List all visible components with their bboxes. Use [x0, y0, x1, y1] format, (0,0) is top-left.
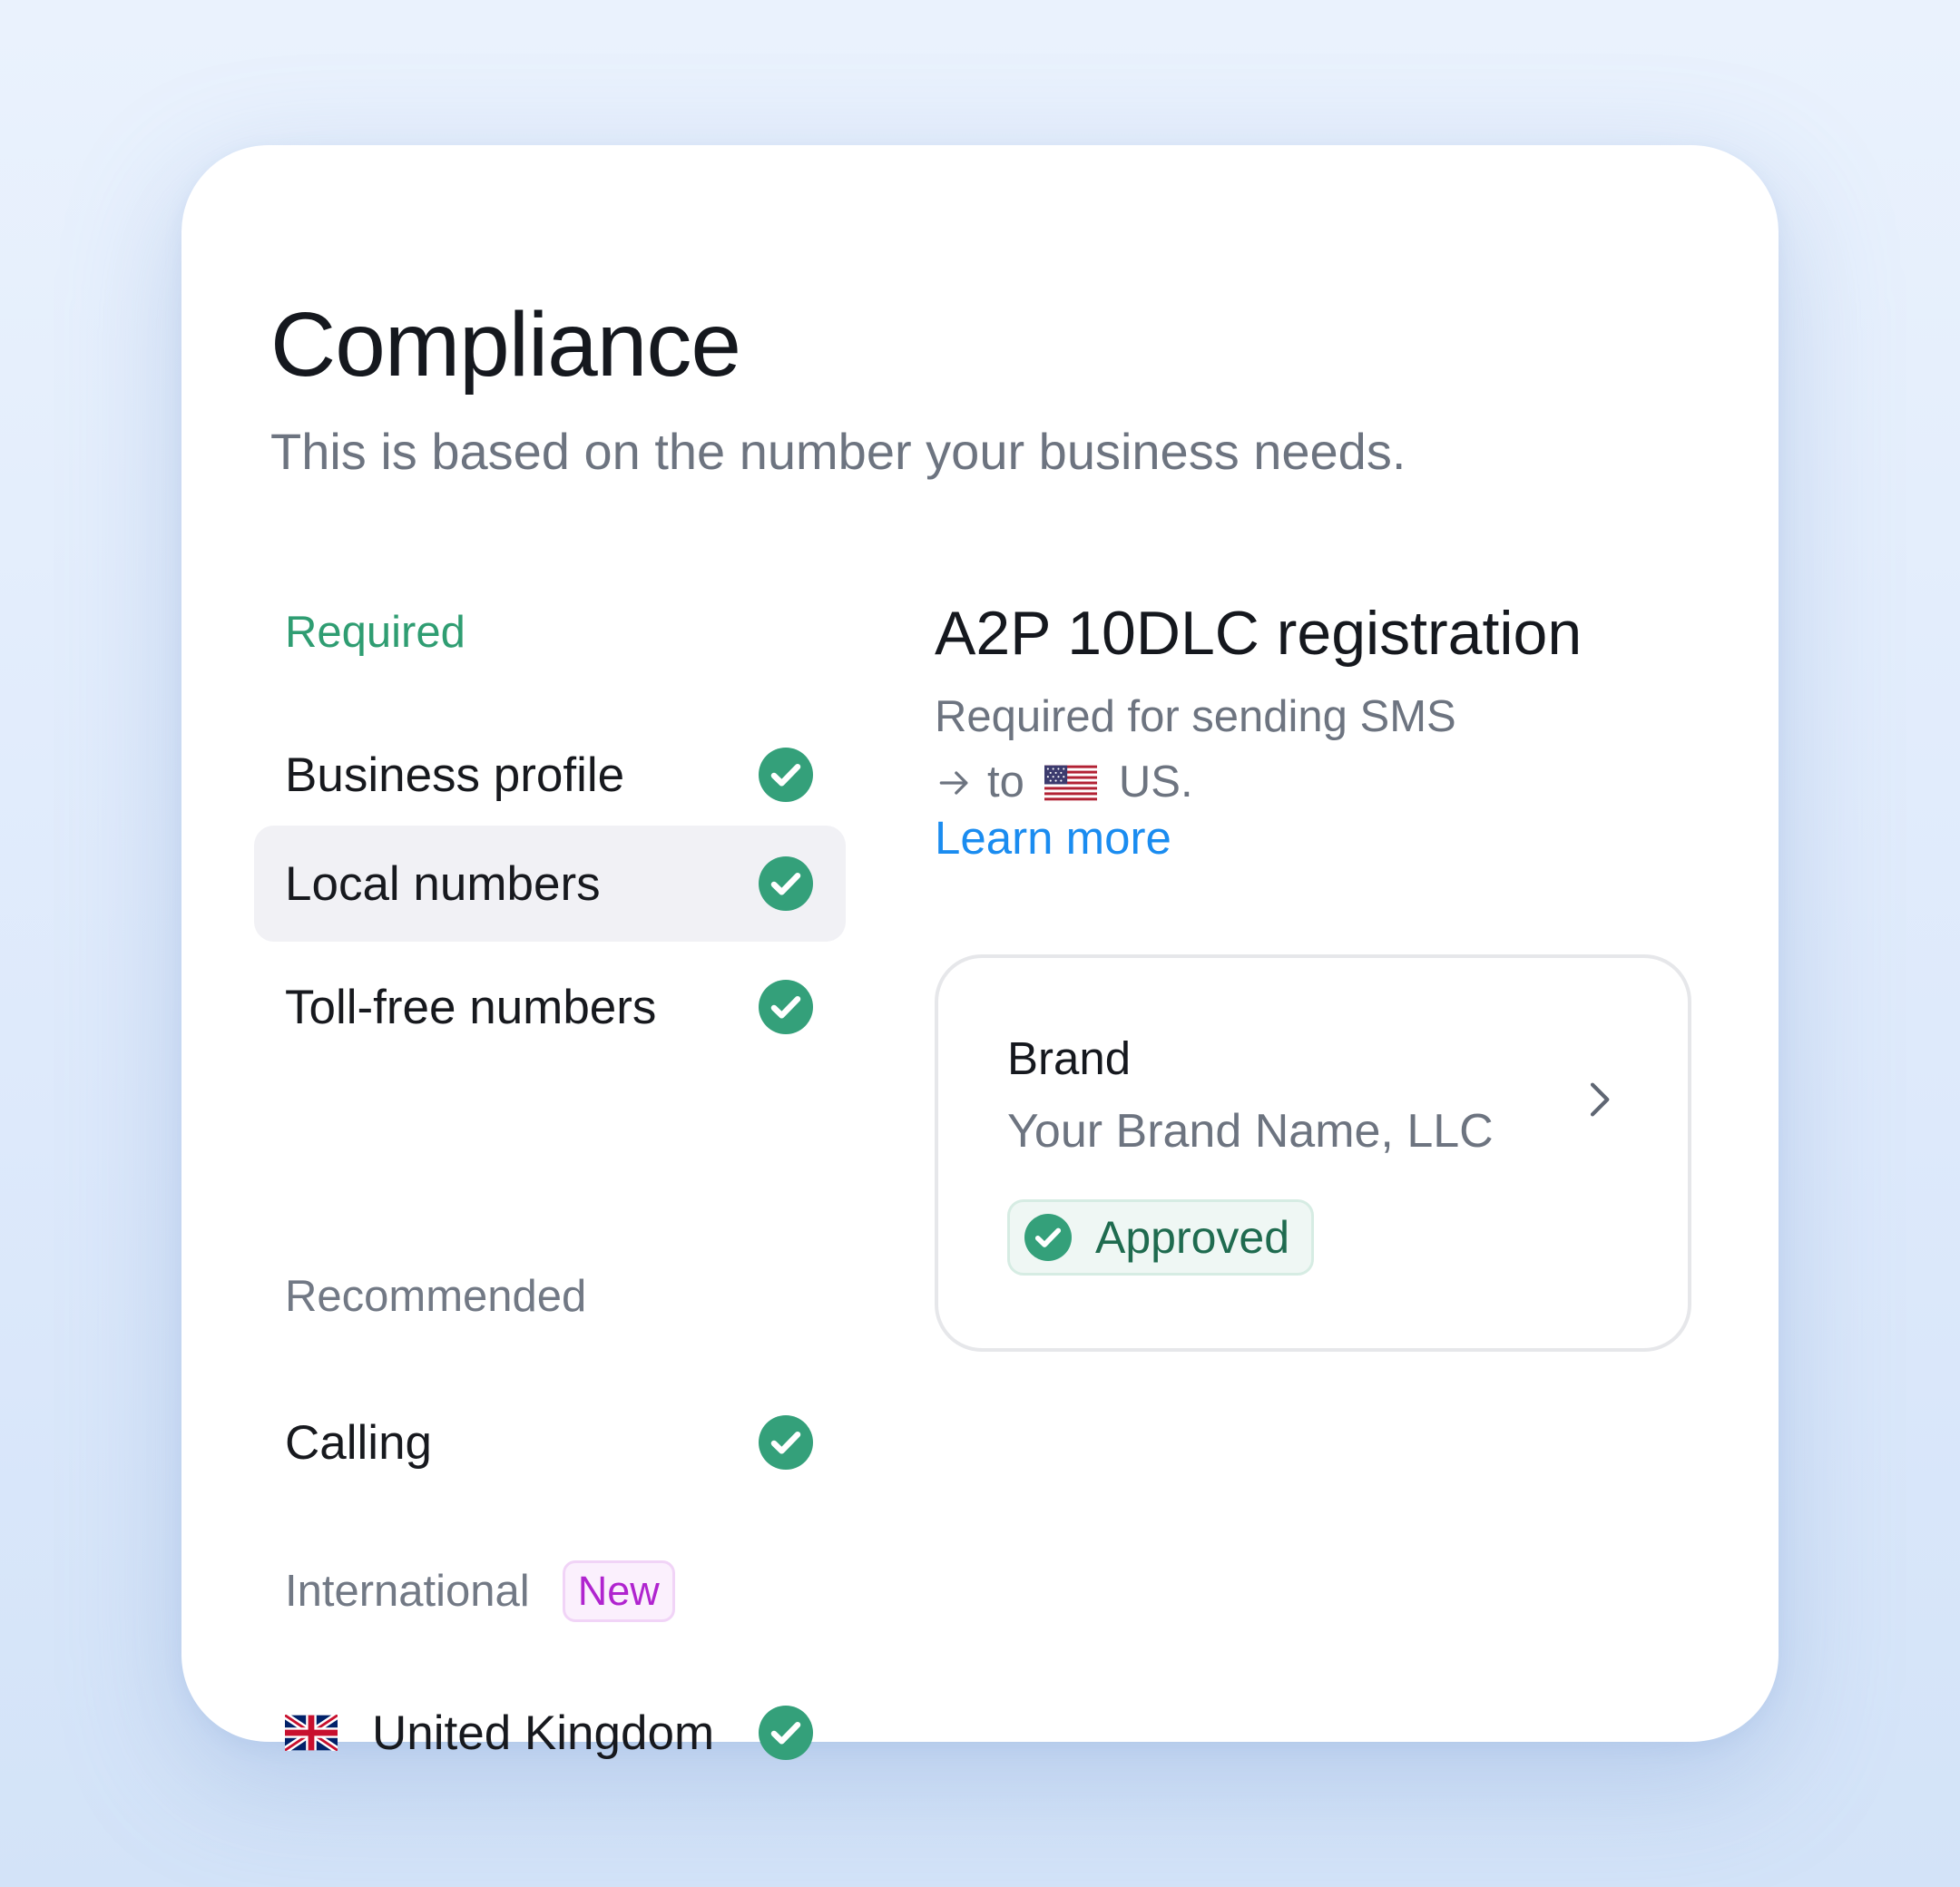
nav-item-label: Business profile	[285, 748, 625, 802]
status-badge-label: Approved	[1095, 1212, 1290, 1263]
section-heading-recommended: Recommended	[285, 1272, 587, 1321]
check-circle-icon	[759, 1706, 813, 1760]
registration-description: Required for sending SMS	[935, 692, 1456, 741]
check-circle-icon	[759, 1415, 813, 1470]
nav-item-label: Calling	[285, 1415, 433, 1470]
page-title: Compliance	[270, 294, 741, 396]
brand-card[interactable]: Brand Your Brand Name, LLC Approved	[935, 954, 1691, 1352]
compliance-card: Compliance This is based on the number y…	[181, 145, 1779, 1760]
registration-title: A2P 10DLC registration	[935, 599, 1583, 668]
section-heading-required: Required	[285, 608, 466, 657]
check-circle-icon	[759, 980, 813, 1034]
nav-item-business-profile[interactable]: Business profile	[254, 717, 846, 833]
brand-name: Your Brand Name, LLC	[1007, 1105, 1494, 1158]
destination-country: US.	[1118, 758, 1193, 807]
check-circle-icon	[1024, 1214, 1072, 1261]
brand-label: Brand	[1007, 1032, 1132, 1084]
registration-destination: to US.	[935, 755, 1193, 810]
check-circle-icon	[759, 856, 813, 911]
us-flag-icon	[1044, 765, 1097, 800]
arrow-right-icon	[939, 770, 968, 795]
status-badge: Approved	[1007, 1199, 1315, 1276]
nav-item-label: Local numbers	[285, 856, 601, 911]
nav-item-label: United Kingdom	[372, 1706, 715, 1760]
nav-item-calling[interactable]: Calling	[254, 1384, 846, 1501]
page-subtitle: This is based on the number your busines…	[270, 423, 1406, 480]
learn-more-link[interactable]: Learn more	[935, 809, 1171, 867]
new-badge: New	[562, 1560, 675, 1622]
nav-item-toll-free-numbers[interactable]: Toll-free numbers	[254, 949, 846, 1065]
section-heading-label: International	[285, 1566, 530, 1616]
nav-item-united-kingdom[interactable]: United Kingdom	[254, 1675, 846, 1791]
chevron-right-icon[interactable]	[1573, 1074, 1624, 1125]
check-circle-icon	[759, 748, 813, 802]
nav-item-local-numbers[interactable]: Local numbers	[254, 826, 846, 942]
uk-flag-icon	[285, 1715, 338, 1751]
section-heading-international: International New	[285, 1560, 675, 1622]
destination-to-text: to	[987, 758, 1024, 807]
nav-item-label: Toll-free numbers	[285, 980, 657, 1034]
